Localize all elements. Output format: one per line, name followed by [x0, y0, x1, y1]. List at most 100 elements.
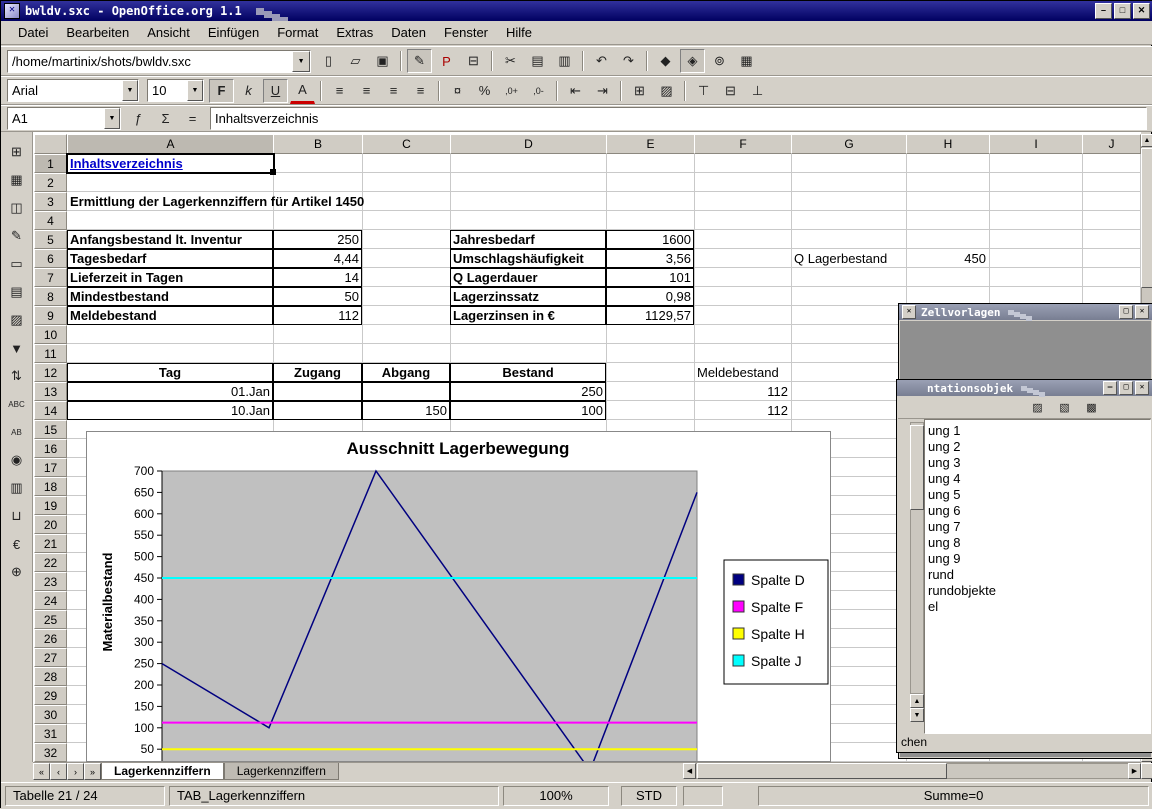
row-header-9[interactable]: 9: [34, 306, 67, 325]
cell-reference-input[interactable]: [8, 110, 104, 127]
cell-B7[interactable]: 14: [273, 268, 362, 287]
cell-D9[interactable]: Lagerzinsen in €: [450, 306, 606, 325]
update-style-icon[interactable]: ▩: [1079, 398, 1104, 418]
maximize-button[interactable]: □: [1114, 3, 1131, 19]
group-icon[interactable]: ⊔: [4, 504, 30, 528]
formula-input[interactable]: [211, 110, 1146, 127]
row-header-8[interactable]: 8: [34, 287, 67, 306]
bold-button[interactable]: F: [209, 79, 234, 103]
cell-B12[interactable]: Zugang: [273, 363, 362, 382]
save-icon[interactable]: ▣: [370, 49, 395, 73]
zoom-icon[interactable]: ⊕: [4, 560, 30, 584]
style-list-item[interactable]: ung 2: [925, 439, 1150, 455]
menu-daten[interactable]: Daten: [382, 22, 435, 43]
url-dropdown-arrow-icon[interactable]: ▼: [292, 51, 310, 72]
style-list-item[interactable]: ung 9: [925, 551, 1150, 567]
row-header-1[interactable]: 1: [34, 154, 67, 173]
row-header-21[interactable]: 21: [34, 534, 67, 553]
font-size-input[interactable]: [148, 82, 187, 99]
cell-C14[interactable]: 150: [362, 401, 450, 420]
font-size-combobox[interactable]: ▼: [147, 79, 204, 102]
close-button[interactable]: ✕: [1133, 3, 1150, 19]
draw-functions-icon[interactable]: ✎: [4, 224, 30, 248]
scroll-up-icon[interactable]: ▲: [910, 694, 924, 708]
cell-A12[interactable]: Tag: [67, 363, 273, 382]
font-name-input[interactable]: [8, 82, 122, 99]
number-format-percent-button[interactable]: %: [472, 79, 497, 103]
style-list-item[interactable]: rund: [925, 567, 1150, 583]
url-input[interactable]: [8, 53, 292, 70]
cell-F14[interactable]: 112: [694, 401, 791, 420]
export-pdf-icon[interactable]: P: [434, 49, 459, 73]
url-combobox[interactable]: ▼: [7, 50, 311, 73]
open-icon[interactable]: ▱: [343, 49, 368, 73]
menu-bearbeiten[interactable]: Bearbeiten: [57, 22, 138, 43]
cell-H6[interactable]: 450: [906, 249, 989, 268]
font-color-button[interactable]: A: [290, 78, 315, 104]
font-size-dropdown-arrow-icon[interactable]: ▼: [187, 80, 203, 101]
sheet-tab-0[interactable]: Lagerkennziffern: [101, 763, 224, 780]
align-left-button[interactable]: ≡: [327, 79, 352, 103]
decrease-indent-button[interactable]: ⇤: [563, 79, 588, 103]
cell-D8[interactable]: Lagerzinssatz: [450, 287, 606, 306]
column-header-A[interactable]: A: [67, 134, 274, 154]
column-header-B[interactable]: B: [273, 134, 363, 154]
row-header-25[interactable]: 25: [34, 610, 67, 629]
cell-A3[interactable]: Ermittlung der Lagerkennziffern für Arti…: [67, 192, 487, 211]
row-header-26[interactable]: 26: [34, 629, 67, 648]
form-functions-icon[interactable]: ▭: [4, 252, 30, 276]
cell-B6[interactable]: 4,44: [273, 249, 362, 268]
autofilter-icon[interactable]: ▼: [4, 336, 30, 360]
cell-E6[interactable]: 3,56: [606, 249, 694, 268]
insert-object-icon[interactable]: ◫: [4, 196, 30, 220]
align-justify-button[interactable]: ≡: [408, 79, 433, 103]
previous-sheet-button[interactable]: ‹: [50, 763, 67, 780]
align-center-vertical-button[interactable]: ⊟: [718, 79, 743, 103]
styles-window[interactable]: ntationsobjek –□✕ ▨▧▩ ▲ ▼ ung 1ung 2ung …: [896, 379, 1152, 753]
cell-A7[interactable]: Lieferzeit in Tagen: [67, 268, 273, 287]
new-document-icon[interactable]: ▯: [316, 49, 341, 73]
cell-A14[interactable]: 10.Jan: [67, 401, 273, 420]
cell-B8[interactable]: 50: [273, 287, 362, 306]
number-format-currency-button[interactable]: ¤: [445, 79, 470, 103]
align-right-button[interactable]: ≡: [381, 79, 406, 103]
stylist-titlebar[interactable]: ✕ Zellvorlagen □✕: [899, 304, 1152, 320]
fill-format-mode-icon[interactable]: ▨: [1025, 398, 1050, 418]
style-list-item[interactable]: ung 5: [925, 487, 1150, 503]
menu-fenster[interactable]: Fenster: [435, 22, 497, 43]
application-icon[interactable]: ✕: [4, 3, 20, 19]
embedded-chart[interactable]: 7006506005505004504003503002502001501005…: [86, 431, 831, 762]
choose-themes-icon[interactable]: ▨: [4, 308, 30, 332]
column-header-H[interactable]: H: [906, 134, 990, 154]
menu-einfgen[interactable]: Einfügen: [199, 22, 268, 43]
style-list-item[interactable]: ung 6: [925, 503, 1150, 519]
row-header-5[interactable]: 5: [34, 230, 67, 249]
column-header-J[interactable]: J: [1082, 134, 1141, 154]
new-style-from-selection-icon[interactable]: ▧: [1052, 398, 1077, 418]
scroll-up-icon[interactable]: ▲: [1141, 134, 1152, 147]
row-header-19[interactable]: 19: [34, 496, 67, 515]
close-icon[interactable]: ✕: [902, 305, 916, 319]
cut-icon[interactable]: ✂: [498, 49, 523, 73]
hyperlink-icon[interactable]: ⊚: [707, 49, 732, 73]
align-bottom-button[interactable]: ⊥: [745, 79, 770, 103]
titlebar[interactable]: ✕ bwldv.sxc - OpenOffice.org 1.1 –□✕: [1, 1, 1152, 21]
cell-F12[interactable]: Meldebestand: [694, 363, 791, 382]
column-header-C[interactable]: C: [362, 134, 451, 154]
align-top-button[interactable]: ⊤: [691, 79, 716, 103]
cell-G6[interactable]: Q Lagerbestand: [791, 249, 906, 268]
borders-button[interactable]: ⊞: [627, 79, 652, 103]
minimize-button[interactable]: –: [1095, 3, 1112, 19]
align-center-button[interactable]: ≡: [354, 79, 379, 103]
row-header-3[interactable]: 3: [34, 192, 67, 211]
cell-E7[interactable]: 101: [606, 268, 694, 287]
insert-cells-icon[interactable]: ▦: [4, 168, 30, 192]
column-header-I[interactable]: I: [989, 134, 1083, 154]
scroll-down-icon[interactable]: ▼: [910, 708, 924, 722]
font-name-combobox[interactable]: ▼: [7, 79, 139, 102]
cell-E5[interactable]: 1600: [606, 230, 694, 249]
style-list-item[interactable]: rundobjekte: [925, 583, 1150, 599]
input-line[interactable]: [210, 107, 1147, 130]
spellcheck-icon[interactable]: ABC: [4, 392, 30, 416]
cell-A5[interactable]: Anfangsbestand lt. Inventur: [67, 230, 273, 249]
